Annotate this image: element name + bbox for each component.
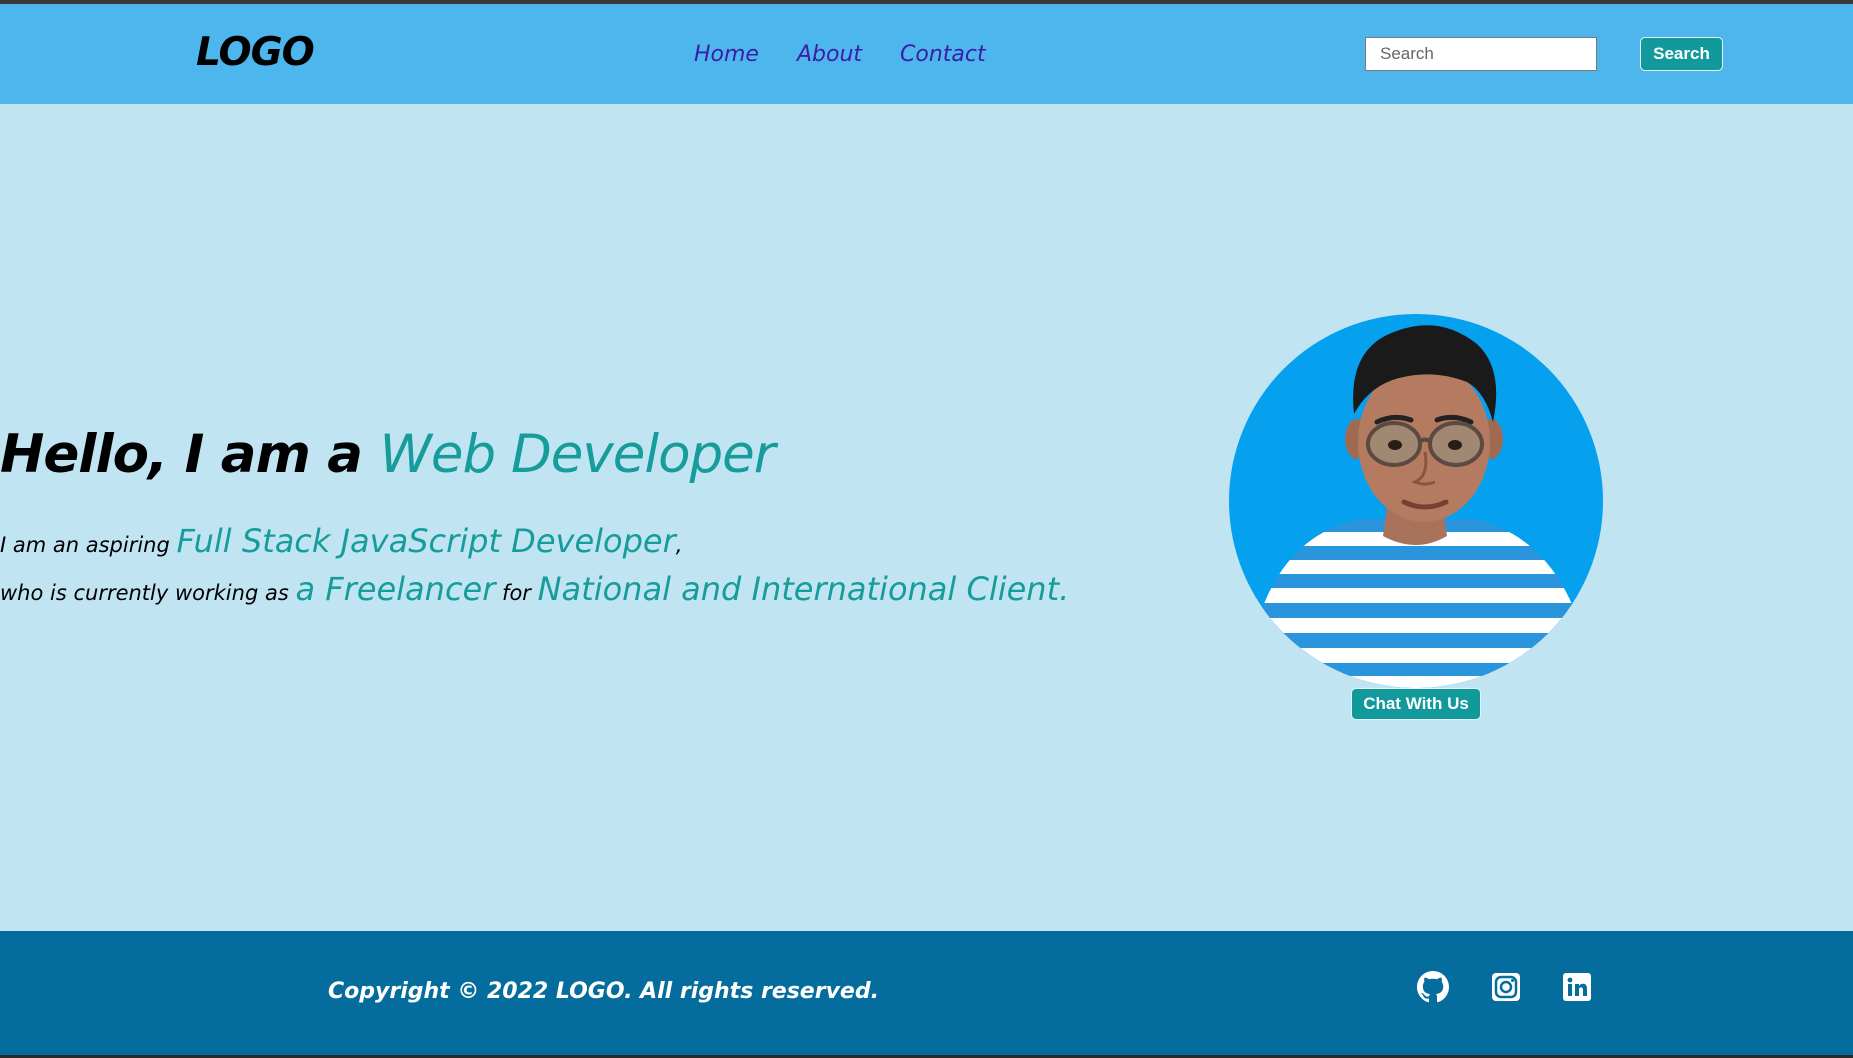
copyright-text: Copyright © 2022 LOGO. All rights reserv…	[328, 979, 879, 1004]
main-nav: Home About Contact	[694, 42, 986, 67]
line2-middle: for	[495, 581, 538, 605]
hero-line-2: who is currently working as a Freelancer…	[0, 570, 1069, 608]
site-footer: Copyright © 2022 LOGO. All rights reserv…	[0, 931, 1853, 1055]
nav-about-link[interactable]: About	[797, 42, 862, 67]
headline-prefix: Hello, I am a	[0, 424, 380, 485]
headline-accent: Web Developer	[379, 424, 775, 485]
nav-contact-link[interactable]: Contact	[900, 42, 986, 67]
hero-headline: Hello, I am a Web Developer	[0, 424, 776, 485]
nav-home-link[interactable]: Home	[694, 42, 759, 67]
hero-line-1: I am an aspiring Full Stack JavaScript D…	[0, 522, 682, 560]
logo[interactable]: LOGO	[196, 30, 315, 75]
search-button[interactable]: Search	[1640, 37, 1723, 71]
profile-photo	[1229, 314, 1603, 688]
site-header: LOGO Home About Contact Search	[0, 4, 1853, 104]
chat-with-us-button[interactable]: Chat With Us	[1351, 688, 1481, 720]
line1-highlight: Full Stack JavaScript Developer	[176, 522, 676, 560]
hero-section: Hello, I am a Web Developer I am an aspi…	[0, 104, 1853, 931]
linkedin-icon[interactable]	[1561, 971, 1593, 1003]
line2-highlight-freelancer: a Freelancer	[295, 570, 496, 608]
line2-highlight-clients: National and International Client.	[537, 570, 1070, 608]
instagram-icon[interactable]	[1490, 971, 1522, 1003]
search-input[interactable]	[1365, 37, 1597, 71]
line2-prefix: who is currently working as	[0, 581, 296, 605]
line1-suffix: ,	[675, 533, 683, 557]
profile-portrait-illustration	[1249, 325, 1589, 688]
github-icon[interactable]	[1417, 971, 1449, 1003]
line1-prefix: I am an aspiring	[0, 533, 177, 557]
